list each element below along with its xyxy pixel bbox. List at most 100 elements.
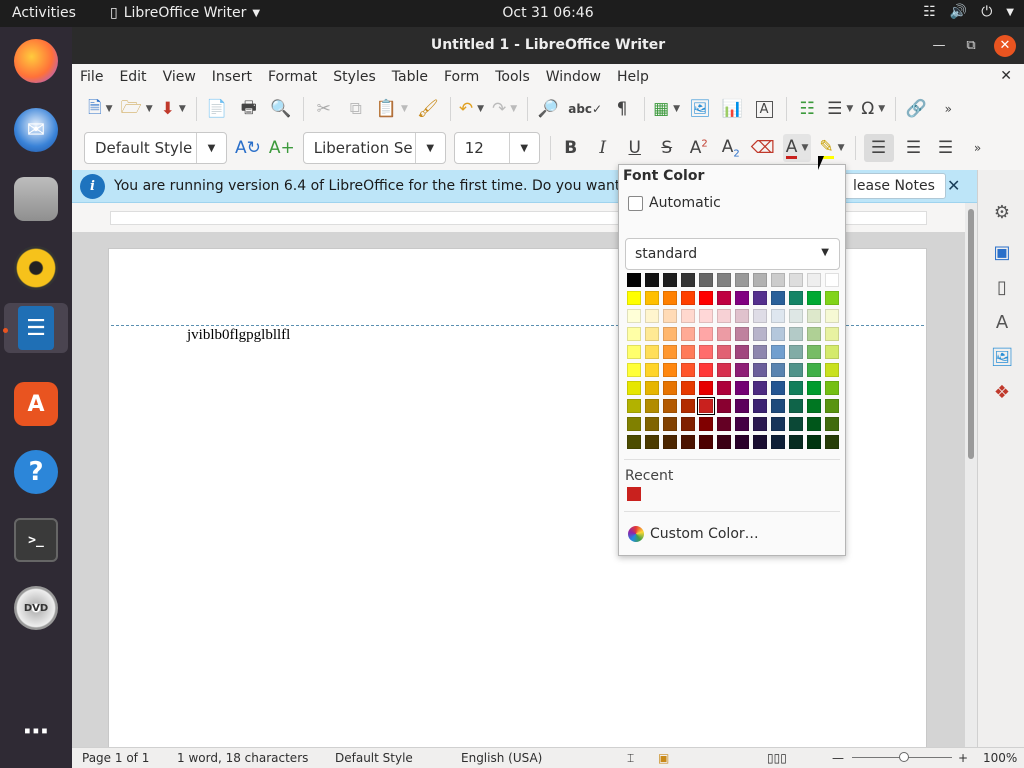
menu-file[interactable]: File	[80, 69, 103, 85]
page-style[interactable]: Default Style	[335, 751, 413, 765]
color-swatch[interactable]	[771, 273, 785, 287]
color-swatch[interactable]	[753, 309, 767, 323]
color-swatch[interactable]	[753, 327, 767, 341]
close-infobar-button[interactable]: ✕	[947, 176, 960, 195]
view-layout-icon[interactable]: ▯▯▯	[767, 751, 787, 765]
color-swatch[interactable]	[807, 345, 821, 359]
color-swatch[interactable]	[663, 327, 677, 341]
color-swatch[interactable]	[771, 291, 785, 305]
color-swatch[interactable]	[627, 309, 641, 323]
dock-dvd[interactable]: DVD	[11, 583, 61, 633]
sidebar-settings-button[interactable]: ⚙	[990, 200, 1014, 224]
zoom-in-button[interactable]: +	[958, 751, 968, 765]
dock-files[interactable]	[11, 174, 61, 224]
color-swatch[interactable]	[699, 327, 713, 341]
color-swatch[interactable]	[753, 435, 767, 449]
insert-chart-button[interactable]: 📊	[720, 95, 744, 123]
color-swatch[interactable]	[771, 309, 785, 323]
word-count[interactable]: 1 word, 18 characters	[177, 751, 308, 765]
color-swatch[interactable]	[789, 273, 803, 287]
sidebar-navigator-button[interactable]: ❖	[990, 380, 1014, 404]
chevron-down-icon[interactable]: ▼	[414, 133, 445, 163]
color-swatch[interactable]	[645, 309, 659, 323]
color-swatch[interactable]	[645, 381, 659, 395]
scrollbar-thumb[interactable]	[968, 209, 974, 459]
color-swatch[interactable]	[717, 363, 731, 377]
align-center-button[interactable]: ☰	[902, 134, 926, 162]
color-swatch[interactable]	[771, 345, 785, 359]
color-swatch[interactable]	[771, 435, 785, 449]
document-text[interactable]: jviblb0flgpglbllfl	[187, 327, 290, 344]
open-button[interactable]: 🗁 ▼	[121, 95, 153, 123]
copy-button[interactable]: ⧉	[344, 95, 368, 123]
title-bar[interactable]: Untitled 1 - LibreOffice Writer — ⧉ ✕	[72, 27, 1024, 64]
color-swatch[interactable]	[825, 381, 839, 395]
color-swatch[interactable]	[825, 363, 839, 377]
color-swatch[interactable]	[825, 399, 839, 413]
color-swatch[interactable]	[825, 273, 839, 287]
color-swatch[interactable]	[663, 345, 677, 359]
color-swatch[interactable]	[807, 417, 821, 431]
color-swatch[interactable]	[807, 273, 821, 287]
cut-button[interactable]: ✂	[312, 95, 336, 123]
color-swatch[interactable]	[735, 363, 749, 377]
toolbar-overflow-button[interactable]: »	[936, 95, 960, 123]
color-swatch[interactable]	[735, 381, 749, 395]
color-swatch[interactable]	[681, 309, 695, 323]
color-swatch[interactable]	[645, 291, 659, 305]
redo-button[interactable]: ↷ ▼	[492, 95, 517, 123]
color-swatch[interactable]	[753, 273, 767, 287]
color-swatch[interactable]	[753, 417, 767, 431]
color-swatch[interactable]	[735, 399, 749, 413]
sidebar-styles-button[interactable]: A	[990, 310, 1014, 334]
color-swatch[interactable]	[627, 417, 641, 431]
maximize-button[interactable]: ⧉	[960, 35, 982, 57]
color-swatch[interactable]	[699, 309, 713, 323]
system-tray[interactable]: ☷ 🔊 ⏻ ▼	[923, 4, 1014, 20]
color-swatch[interactable]	[789, 309, 803, 323]
color-swatch[interactable]	[627, 435, 641, 449]
color-swatch[interactable]	[771, 399, 785, 413]
insert-special-character-button[interactable]: Ω ▼	[861, 95, 885, 123]
clone-formatting-button[interactable]: 🖌	[416, 95, 440, 123]
color-swatch[interactable]	[807, 309, 821, 323]
align-left-button[interactable]: ☰	[863, 134, 894, 162]
color-swatch[interactable]	[825, 327, 839, 341]
print-button[interactable]: 🖶	[237, 95, 261, 123]
find-replace-button[interactable]: 🔎	[536, 95, 560, 123]
menu-form[interactable]: Form	[444, 69, 479, 85]
color-swatch[interactable]	[789, 327, 803, 341]
color-swatch[interactable]	[753, 345, 767, 359]
color-swatch[interactable]	[699, 381, 713, 395]
color-swatch[interactable]	[735, 417, 749, 431]
color-swatch[interactable]	[717, 291, 731, 305]
menu-help[interactable]: Help	[617, 69, 649, 85]
superscript-button[interactable]: A2	[687, 134, 711, 162]
color-swatch[interactable]	[645, 435, 659, 449]
automatic-checkbox[interactable]	[628, 195, 643, 211]
color-swatch[interactable]	[717, 399, 731, 413]
recent-color-swatch[interactable]	[627, 487, 641, 501]
color-swatch[interactable]	[717, 435, 731, 449]
color-swatch[interactable]	[825, 435, 839, 449]
menu-view[interactable]: View	[163, 69, 196, 85]
release-notes-button[interactable]: lease Notes	[842, 173, 946, 199]
show-applications[interactable]: ⋯	[11, 707, 61, 757]
zoom-out-button[interactable]: —	[832, 751, 844, 765]
color-swatch[interactable]	[807, 363, 821, 377]
color-swatch[interactable]	[663, 417, 677, 431]
italic-button[interactable]: I	[591, 134, 615, 162]
minimize-button[interactable]: —	[928, 35, 950, 57]
color-swatch[interactable]	[717, 417, 731, 431]
strikethrough-button[interactable]: S	[655, 134, 679, 162]
color-swatch[interactable]	[735, 345, 749, 359]
color-swatch[interactable]	[789, 345, 803, 359]
close-window-button[interactable]: ✕	[994, 35, 1016, 57]
color-swatch[interactable]	[627, 399, 641, 413]
paragraph-style-combo[interactable]: Default Style ▼	[84, 132, 227, 164]
color-swatch[interactable]	[663, 435, 677, 449]
color-swatch[interactable]	[699, 363, 713, 377]
color-swatch[interactable]	[807, 381, 821, 395]
insert-page-break-button[interactable]: ☷	[795, 95, 819, 123]
color-swatch[interactable]	[807, 435, 821, 449]
